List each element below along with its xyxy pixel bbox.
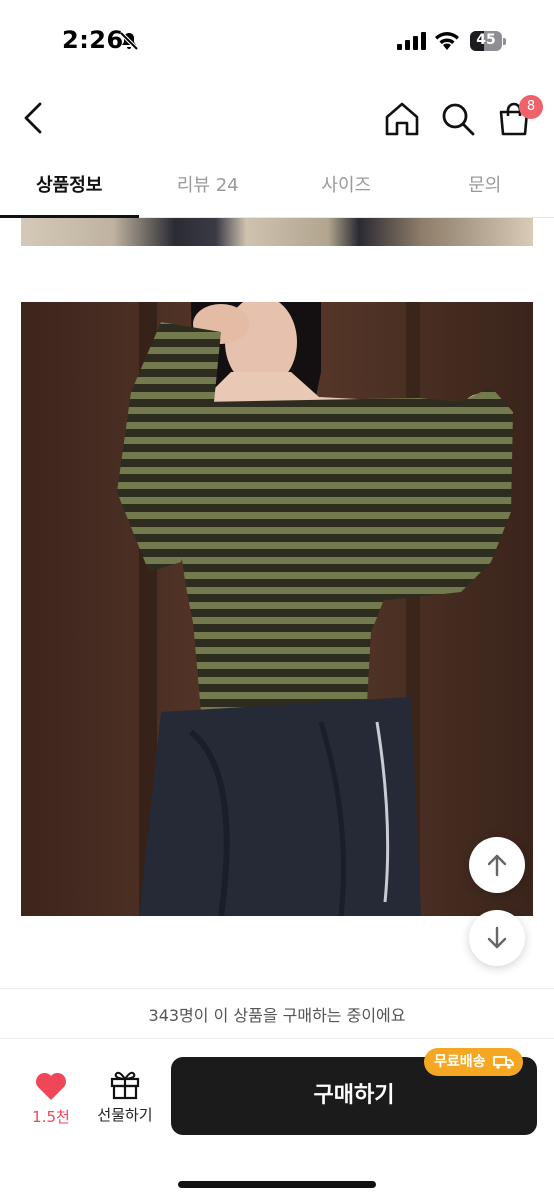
tab-inquiry[interactable]: 문의 <box>416 160 554 217</box>
status-bar: 2:26 45 <box>0 0 554 80</box>
gift-icon <box>110 1071 140 1100</box>
scroll-to-bottom-button[interactable] <box>469 910 525 966</box>
heart-icon <box>35 1072 67 1100</box>
product-photo <box>21 302 533 916</box>
like-button[interactable]: 1.5천 <box>22 1070 80 1130</box>
tab-size[interactable]: 사이즈 <box>277 160 416 217</box>
buyers-count-text: 343명이 이 상품을 구매하는 중이에요 <box>148 1006 406 1025</box>
truck-icon <box>493 1056 515 1069</box>
product-image-previous <box>21 218 533 246</box>
cellular-signal-icon <box>397 32 426 50</box>
gift-button[interactable]: 선물하기 <box>90 1068 160 1128</box>
tab-product-info[interactable]: 상품정보 <box>0 160 139 218</box>
free-shipping-badge: 무료배송 <box>424 1048 524 1076</box>
wifi-icon <box>435 32 459 50</box>
home-icon[interactable] <box>382 99 422 139</box>
battery-level: 45 <box>476 32 496 48</box>
bell-slash-icon <box>119 31 139 51</box>
gift-label: 선물하기 <box>97 1106 153 1124</box>
product-photo-illustration <box>21 302 533 916</box>
battery-icon: 45 <box>470 31 506 51</box>
like-count: 1.5천 <box>32 1108 70 1126</box>
home-indicator <box>178 1181 376 1188</box>
top-navigation <box>0 85 554 150</box>
arrow-down-icon <box>487 926 507 949</box>
divider <box>0 1038 554 1039</box>
scroll-to-top-button[interactable] <box>469 837 525 893</box>
arrow-up-icon <box>487 854 507 877</box>
free-shipping-label: 무료배송 <box>434 1054 486 1070</box>
tab-reviews[interactable]: 리뷰 24 <box>139 160 278 217</box>
back-arrow-icon[interactable] <box>18 99 50 137</box>
cart-count-badge: 8 <box>519 95 543 119</box>
product-tabs: 상품정보 리뷰 24 사이즈 문의 <box>0 160 554 218</box>
search-icon[interactable] <box>438 99 478 139</box>
status-time: 2:26 <box>62 26 124 54</box>
